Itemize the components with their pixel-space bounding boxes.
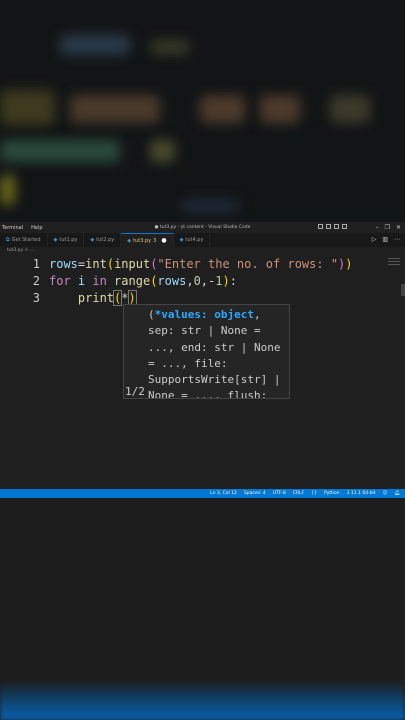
code-token: ) (127, 289, 137, 306)
code-token: 1 (215, 273, 223, 288)
encoding[interactable]: UTF-8 (273, 491, 286, 496)
window-controls: – ❐ ✕ (376, 222, 401, 233)
tab-label: tut3.py (133, 237, 152, 244)
tab-tut3[interactable]: ◆ tut3.py 3 ● (121, 233, 174, 247)
python-icon: {} (311, 491, 317, 496)
overload-counter[interactable]: 1/2 (125, 385, 145, 398)
code-token: ) (345, 256, 353, 271)
signature-line: = ..., file: (148, 356, 228, 370)
toggle-panel-icon[interactable] (326, 224, 331, 229)
tab-tut4[interactable]: ◆ tut4.py (174, 233, 211, 247)
python-icon: ◆ (179, 237, 184, 243)
status-bar: Ln 3, Col 12 Spaces: 4 UTF-8 CRLF {} Pyt… (0, 489, 405, 498)
interpreter-version[interactable]: 3.11.1 64-bit (347, 491, 376, 496)
split-editor-icon[interactable]: ▥ (382, 236, 388, 243)
signature-line: SupportsWrite[str] | (148, 373, 281, 387)
signature-token: , (253, 308, 261, 321)
code-token: ( (112, 289, 123, 306)
tab-label: tut4.py (185, 237, 204, 243)
line-number: 1 (32, 256, 40, 271)
code-line-1[interactable]: 1 rows = int(input("Enter the no. of rows: … (0, 255, 353, 272)
more-actions-icon[interactable]: ⋯ (394, 236, 400, 243)
code-token: = (77, 256, 86, 271)
code-token: , (186, 273, 194, 288)
code-token: i (70, 273, 93, 288)
code-token: rows (49, 256, 78, 271)
layout-controls (318, 224, 347, 229)
close-icon[interactable]: ✕ (396, 224, 401, 231)
notifications-bell-icon[interactable]: 🔔︎ (394, 491, 400, 496)
code-token: rows (157, 273, 187, 288)
code-token: ( (106, 256, 115, 271)
decorative-glow (0, 680, 405, 720)
code-token: ) (338, 256, 346, 271)
tab-label: tut2.py (96, 237, 115, 243)
signature-line: ..., end: str | None (148, 340, 281, 354)
customize-layout-icon[interactable] (342, 224, 347, 229)
code-token: range (106, 273, 151, 288)
feedback-icon[interactable]: ☺ (383, 491, 388, 496)
code-token: ) (222, 273, 230, 288)
signature-text: (*values: object, sep: str | None = ...,… (148, 307, 288, 399)
tab-label: tut1.py (59, 237, 78, 243)
end-of-line[interactable]: CRLF (293, 491, 304, 496)
vscode-icon: ⧉ (6, 237, 10, 243)
code-line-3[interactable]: 3 print(*) (0, 289, 137, 306)
code-token: in (92, 273, 107, 288)
signature-help-popup[interactable]: (*values: object, sep: str | None = ...,… (123, 304, 290, 399)
code-token: ( (150, 273, 158, 288)
python-icon: ◆ (127, 237, 132, 244)
line-number: 3 (32, 290, 40, 305)
blank-area (0, 498, 405, 720)
tab-tut1[interactable]: ◆ tut1.py (48, 233, 85, 247)
menu-terminal[interactable]: Terminal (2, 225, 23, 231)
run-icon[interactable]: ▷ (372, 236, 377, 243)
code-token: 0 (193, 273, 201, 288)
code-token: : (229, 273, 237, 288)
vertical-scrollbar[interactable] (401, 284, 405, 296)
code-token: ( (150, 256, 158, 271)
code-token: for (49, 273, 71, 288)
active-parameter: *values: object (154, 308, 254, 321)
title-bar: Terminal Help ● tut3.py - yt content - V… (0, 222, 405, 233)
blurred-background (0, 0, 405, 222)
minimize-icon[interactable]: – (376, 224, 379, 231)
toggle-secondary-sidebar-icon[interactable] (334, 224, 339, 229)
cursor-position[interactable]: Ln 3, Col 12 (210, 491, 237, 496)
menu-help[interactable]: Help (31, 225, 42, 231)
editor-tab-bar: ⧉ Get Started ◆ tut1.py ◆ tut2.py ◆ tut3… (0, 233, 405, 247)
code-token: int (85, 256, 107, 271)
code-token: ,- (200, 273, 216, 288)
unsaved-dot-icon[interactable]: ● (161, 237, 166, 244)
code-token: input (114, 256, 151, 271)
breadcrumb[interactable]: tut3.py > ... (7, 248, 34, 253)
minimap[interactable] (388, 258, 400, 270)
python-icon: ◆ (90, 237, 95, 243)
signature-line: sep: str | None = (148, 324, 261, 338)
toggle-sidebar-icon[interactable] (318, 224, 323, 229)
tab-tut2[interactable]: ◆ tut2.py (84, 233, 122, 247)
code-token: * (121, 290, 129, 305)
editor-actions: ▷ ▥ ⋯ (372, 236, 400, 243)
signature-token: ( (148, 308, 155, 321)
code-token: print (77, 290, 115, 305)
indentation[interactable]: Spaces: 4 (244, 491, 266, 496)
code-line-2[interactable]: 2 for i in range(rows, 0 ,- 1): (0, 272, 237, 289)
signature-line: None = ..., flush: (148, 389, 268, 399)
language-mode[interactable]: Python (324, 491, 340, 496)
line-number: 2 (32, 273, 40, 288)
python-icon: ◆ (53, 237, 58, 243)
tab-get-started[interactable]: ⧉ Get Started (0, 233, 48, 247)
code-token: "Enter the no. of rows: " (157, 256, 339, 271)
tab-label: Get Started (11, 237, 41, 243)
restore-icon[interactable]: ❐ (385, 224, 390, 231)
problems-badge: 3 (153, 237, 157, 244)
